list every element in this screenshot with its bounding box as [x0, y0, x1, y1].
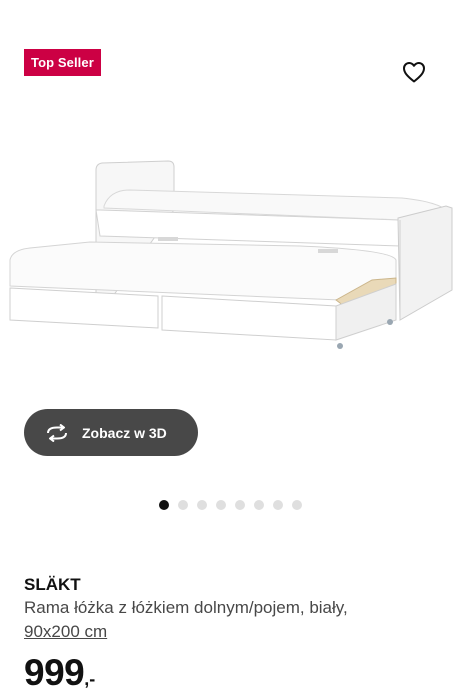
carousel-dot-8[interactable] [292, 500, 302, 510]
carousel-dot-7[interactable] [273, 500, 283, 510]
carousel-dot-6[interactable] [254, 500, 264, 510]
footboard [397, 205, 453, 321]
drawer-right [161, 295, 337, 341]
top-seller-badge: Top Seller [24, 49, 101, 76]
price-decimal: ,- [84, 669, 96, 689]
carousel-dot-3[interactable] [197, 500, 207, 510]
carousel-dot-5[interactable] [235, 500, 245, 510]
heart-outline-icon [403, 62, 425, 83]
carousel-dot-2[interactable] [178, 500, 188, 510]
carousel-indicators [159, 500, 302, 510]
product-description: Rama łóżka z łóżkiem dolnym/pojem, biały… [24, 598, 348, 617]
product-size-link[interactable]: 90x200 cm [24, 622, 107, 642]
view-3d-button[interactable]: Zobacz w 3D [24, 409, 198, 456]
product-name: SLÄKT [24, 575, 81, 594]
drawer-left [9, 287, 159, 329]
product-price: 999 ,- [24, 652, 95, 694]
rotate-arrows-icon [44, 423, 70, 443]
carousel-dot-4[interactable] [216, 500, 226, 510]
carousel-dot-1[interactable] [159, 500, 169, 510]
price-integer: 999 [24, 652, 85, 693]
favorite-button[interactable] [400, 58, 428, 86]
product-image[interactable] [0, 150, 462, 400]
view-3d-label: Zobacz w 3D [82, 424, 167, 441]
